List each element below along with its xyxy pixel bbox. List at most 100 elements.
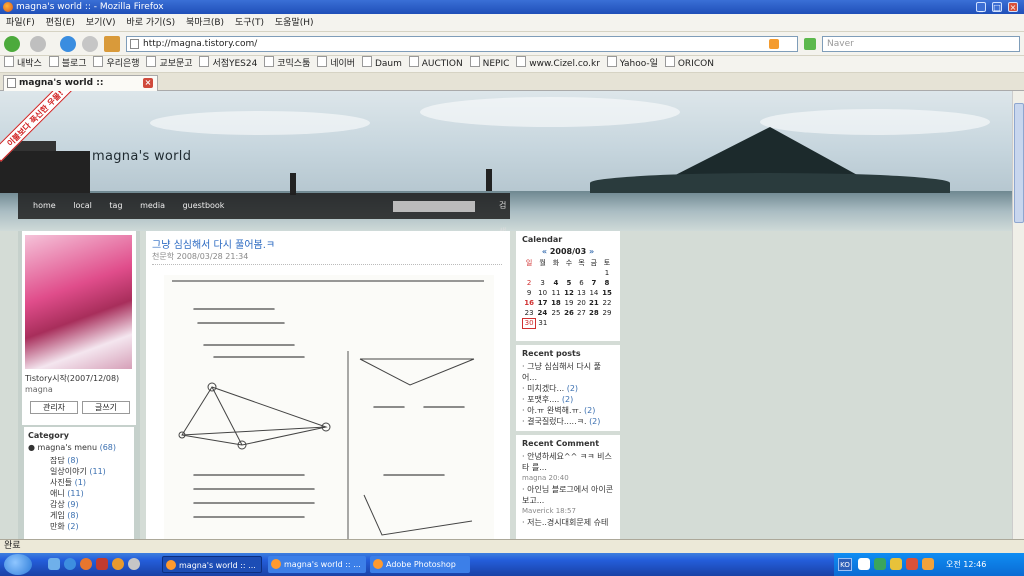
recent-comment-item[interactable]: · 아인님 블로그에서 아이콘보고...: [522, 484, 614, 506]
ie-icon[interactable]: [64, 558, 76, 570]
menu-edit[interactable]: 편집(E): [46, 18, 75, 28]
category-item[interactable]: 일상이야기 (11): [50, 466, 106, 477]
app-icon[interactable]: [128, 558, 140, 570]
calendar-week: 2345678: [526, 279, 610, 287]
bookmark-item[interactable]: 교보문고: [146, 59, 192, 69]
start-button[interactable]: [4, 554, 32, 575]
home-icon[interactable]: [104, 36, 120, 52]
calendar-grid: 일 월 화 수 목 금 토 1 2345678 9 10 11 12 13 14 15: [521, 259, 614, 329]
tab-label: magna's world ::: [19, 78, 104, 88]
town-silhouette: [0, 141, 90, 193]
bookmark-item[interactable]: AUCTION: [409, 59, 463, 69]
bookmark-item[interactable]: ORICON: [665, 59, 714, 69]
recent-comment-item[interactable]: · 안녕하세요^^ ㅋㅋ 비스타 를...: [522, 451, 614, 473]
language-indicator[interactable]: KO: [838, 558, 852, 571]
task-firefox[interactable]: magna's world :: ...: [268, 556, 366, 573]
go-icon[interactable]: [804, 38, 816, 50]
calendar-week: 30 31: [521, 317, 614, 329]
nav-guestbook[interactable]: guestbook: [183, 201, 225, 210]
network-icon[interactable]: [874, 558, 886, 570]
calendar-prev-button[interactable]: «: [542, 247, 547, 256]
tab-magnas-world[interactable]: magna's world :: ×: [3, 75, 158, 91]
firefox-icon[interactable]: [80, 558, 92, 570]
rss-icon[interactable]: [769, 39, 779, 49]
menu-help[interactable]: 도움말(H): [275, 18, 314, 28]
app-icon[interactable]: [112, 558, 124, 570]
clock[interactable]: 오전 12:46: [946, 553, 986, 576]
page-content: 이불보다 푹신한 우물! magna's world home local ta…: [0, 91, 1012, 539]
recent-post-item[interactable]: · 아.ㅠ 완벽해.ㅠ. (2): [522, 405, 614, 416]
nav-media[interactable]: media: [140, 201, 165, 210]
write-button[interactable]: 글쓰기: [82, 401, 130, 414]
task-photoshop[interactable]: Adobe Photoshop: [370, 556, 470, 573]
ime-icon[interactable]: [858, 558, 870, 570]
minimize-button[interactable]: _: [976, 2, 986, 12]
bookmark-item[interactable]: Yahoo-일: [607, 59, 658, 69]
volume-icon[interactable]: [890, 558, 902, 570]
bookmark-item[interactable]: 네이버: [317, 59, 355, 69]
category-item[interactable]: 게임 (8): [50, 510, 79, 521]
recent-post-item[interactable]: · 미치겠다... (2): [522, 383, 614, 394]
nav-home[interactable]: home: [33, 201, 56, 210]
recent-comment-item[interactable]: · 저는..경시대회문제 슈테: [522, 517, 614, 528]
post-category[interactable]: 천문학: [152, 252, 174, 261]
category-item[interactable]: 애니 (11): [50, 488, 84, 499]
app-icon[interactable]: [96, 558, 108, 570]
calendar-week: 23 24 25 26 27 28 29: [524, 308, 612, 317]
security-icon[interactable]: [906, 558, 918, 570]
scrollbar-thumb[interactable]: [1014, 103, 1024, 223]
maximize-button[interactable]: □: [992, 2, 1002, 12]
calendar-week: 1: [604, 269, 610, 277]
category-item[interactable]: 잡담 (8): [50, 455, 79, 466]
bookmark-item[interactable]: Daum: [362, 59, 402, 69]
search-placeholder: Naver: [827, 39, 854, 49]
handwritten-notes-image: [164, 275, 494, 539]
stop-icon[interactable]: [82, 36, 98, 52]
bookmarks-toolbar: 내박스 블로그 우리은행 교보문고 서점YES24 코믹스툼 네이버 Daum …: [0, 56, 1024, 73]
vertical-scrollbar[interactable]: [1012, 91, 1024, 539]
tray-app-icon[interactable]: [922, 558, 934, 570]
address-url: http://magna.tistory.com/: [143, 39, 258, 49]
menu-view[interactable]: 보기(V): [86, 18, 116, 28]
address-bar[interactable]: http://magna.tistory.com/: [126, 36, 798, 52]
menu-tools[interactable]: 도구(T): [235, 18, 264, 28]
category-item[interactable]: 만화 (2): [50, 521, 79, 532]
menu-bookmarks[interactable]: 북마크(B): [186, 18, 224, 28]
tab-close-icon[interactable]: ×: [143, 78, 153, 88]
recent-post-item[interactable]: · 그냥 심심해서 다시 풀어...: [522, 361, 614, 383]
bookmark-item[interactable]: 서점YES24: [199, 59, 257, 69]
task-firefox-active[interactable]: magna's world :: ...: [162, 556, 262, 573]
menu-go[interactable]: 바로 가기(S): [126, 18, 175, 28]
bookmark-item[interactable]: 우리은행: [93, 59, 139, 69]
nav-tag[interactable]: tag: [109, 201, 122, 210]
right-sidebar: Calendar « 2008/03 » 일 월 화 수 목 금 토 1 2 3…: [516, 231, 620, 539]
category-item[interactable]: 감상 (9): [50, 499, 79, 510]
category-item[interactable]: 사진들 (1): [50, 477, 86, 488]
post-title[interactable]: 그냥 심심해서 다시 풀어봄.ㅋ: [152, 236, 275, 251]
bookmark-item[interactable]: NEPIC: [470, 59, 510, 69]
bookmark-item[interactable]: 내박스: [4, 59, 42, 69]
search-input[interactable]: Naver: [822, 36, 1020, 52]
category-root[interactable]: ● magna's menu (68): [28, 443, 116, 452]
post-meta: 천문학 2008/03/28 21:34: [152, 251, 248, 262]
nav-local[interactable]: local: [73, 201, 92, 210]
windows-taskbar: magna's world :: ... magna's world :: ..…: [0, 553, 1024, 576]
menu-file[interactable]: 파일(F): [6, 18, 35, 28]
post-date: 2008/03/28 21:34: [176, 252, 249, 261]
profile-image: [25, 235, 132, 369]
bookmark-item[interactable]: 코믹스툼: [264, 59, 310, 69]
forward-icon[interactable]: [30, 36, 46, 52]
bookmark-item[interactable]: www.Cizel.co.kr: [516, 59, 600, 69]
recent-post-item[interactable]: · 포맷후.... (2): [522, 394, 614, 405]
site-title[interactable]: magna's world: [92, 149, 191, 164]
recent-post-item[interactable]: · 결국질렀다.....ㅋ. (2): [522, 416, 614, 427]
reload-icon[interactable]: [60, 36, 76, 52]
admin-button[interactable]: 관리자: [30, 401, 78, 414]
desktop-icon[interactable]: [48, 558, 60, 570]
recent-comment-meta: Maverick 18:57: [522, 507, 576, 515]
close-button[interactable]: ×: [1008, 2, 1018, 12]
calendar-next-button[interactable]: »: [589, 247, 594, 256]
back-icon[interactable]: [4, 36, 20, 52]
bookmark-item[interactable]: 블로그: [49, 59, 87, 69]
blog-search-input[interactable]: [393, 201, 475, 212]
